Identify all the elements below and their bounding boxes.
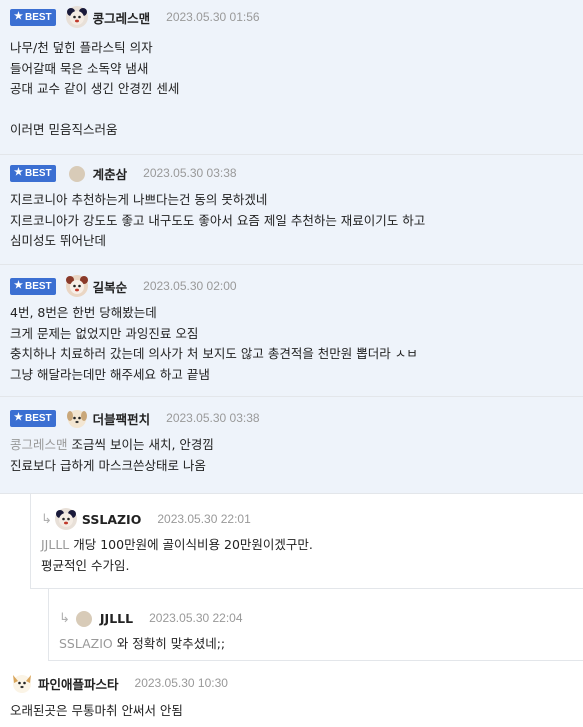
nickname[interactable]: JJLLL (100, 611, 133, 626)
comment-item: ★ BEST 콩그레스맨 2023.05.30 01:56 나무/천 덮힌 플라스… (0, 0, 583, 155)
comment-header: ★ BEST 콩그레스맨 2023.05.30 01:56 (10, 3, 583, 31)
nickname[interactable]: 파인애플파스타 (38, 674, 119, 693)
avatar[interactable] (10, 671, 34, 695)
comment-date: 2023.05.30 22:01 (157, 512, 251, 526)
comment-item: ★ BEST 계춘삼 2023.05.30 03:38 지르코니아 추천하는게 나… (0, 155, 583, 265)
nickname[interactable]: 길복순 (93, 277, 128, 296)
best-badge: ★ BEST (10, 164, 56, 182)
comment-header: 파인애플파스타 2023.05.30 10:30 (10, 669, 583, 697)
reply-item: ↳ SSLAZIO 2023.05.30 22:01 JJLLL 개당 100만… (30, 494, 583, 589)
comment-body: JJLLL 개당 100만원에 골이식비용 20만원이겠구만. 평균적인 수가임… (41, 537, 313, 573)
avatar[interactable] (65, 406, 89, 430)
nickname[interactable]: 계춘삼 (93, 164, 128, 183)
comment-item: ★ BEST 길복순 2023.05.30 02:00 4번, 8번은 한번 당해… (0, 265, 583, 397)
comment-body: 4번, 8번은 한번 당해봤는데 크게 문제는 없었지만 과잉진료 오짐 충치하… (10, 305, 418, 382)
comment-item: 파인애플파스타 2023.05.30 10:30 오래된곳은 무통마취 안써서 … (0, 661, 583, 727)
comment-body: 나무/천 덮힌 플라스틱 의자 들어갈때 묵은 소독약 냄새 공대 교수 같이 … (10, 40, 180, 137)
reply-item: ↳ JJLLL 2023.05.30 22:04 SSLAZIO 와 정확히 맞… (48, 589, 583, 661)
comment-header: ★ BEST 계춘삼 2023.05.30 03:38 (10, 159, 583, 187)
comment-body: 오래된곳은 무통마취 안써서 안됨 (10, 703, 183, 718)
comment-body: 지르코니아 추천하는게 나쁘다는건 동의 못하겠네 지르코니아가 강도도 좋고 … (10, 192, 426, 248)
star-icon: ★ (14, 11, 23, 22)
mention-link[interactable]: JJLLL (41, 537, 69, 552)
comment-date: 2023.05.30 22:04 (149, 611, 243, 625)
star-icon: ★ (14, 280, 23, 291)
star-icon: ★ (14, 412, 23, 423)
comment-header: ★ BEST 길복순 2023.05.30 02:00 (10, 272, 583, 300)
comment-date: 2023.05.30 02:00 (143, 279, 237, 293)
comment-date: 2023.05.30 10:30 (134, 676, 228, 690)
reply-arrow-icon: ↳ (41, 511, 52, 527)
comment-item: ★ BEST 더블팩펀치 2023.05.30 03:38 콩그레스맨 조금씩 보… (0, 397, 583, 494)
avatar[interactable] (54, 507, 78, 531)
nickname[interactable]: 콩그레스맨 (93, 8, 151, 27)
comment-header: ↳ SSLAZIO 2023.05.30 22:01 (41, 505, 583, 533)
avatar[interactable] (65, 161, 89, 185)
comment-date: 2023.05.30 03:38 (166, 411, 260, 425)
best-badge: ★ BEST (10, 409, 56, 427)
best-badge: ★ BEST (10, 277, 56, 295)
best-badge: ★ BEST (10, 8, 56, 26)
reply-arrow-icon: ↳ (59, 610, 70, 626)
comment-date: 2023.05.30 03:38 (143, 166, 237, 180)
avatar[interactable] (72, 606, 96, 630)
comment-body: 콩그레스맨 조금씩 보이는 새치, 안경낌 진료보다 급하게 마스크쓴상태로 나… (10, 437, 214, 473)
avatar[interactable] (65, 274, 89, 298)
nickname[interactable]: SSLAZIO (82, 512, 141, 527)
mention-link[interactable]: SSLAZIO (59, 636, 113, 651)
comment-date: 2023.05.30 01:56 (166, 10, 260, 24)
comment-body: SSLAZIO 와 정확히 맞추셨네;; (59, 636, 226, 651)
nickname[interactable]: 더블팩펀치 (93, 409, 151, 428)
star-icon: ★ (14, 167, 23, 178)
avatar[interactable] (65, 5, 89, 29)
mention-link[interactable]: 콩그레스맨 (10, 437, 68, 452)
comment-header: ★ BEST 더블팩펀치 2023.05.30 03:38 (10, 404, 583, 432)
comment-header: ↳ JJLLL 2023.05.30 22:04 (59, 604, 583, 632)
